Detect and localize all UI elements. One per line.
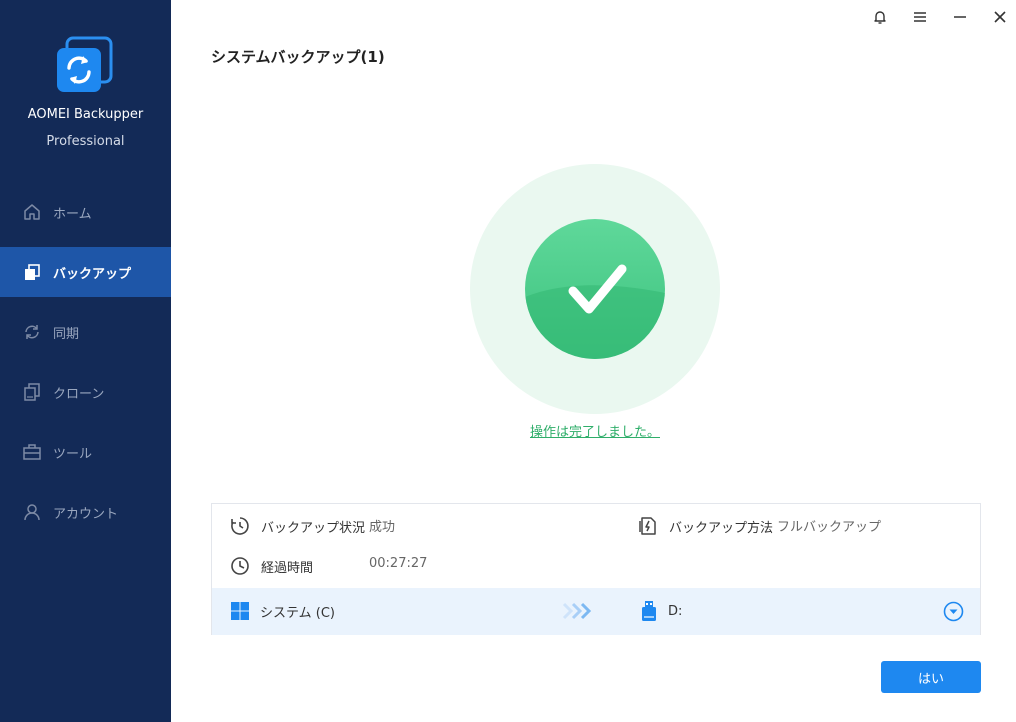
lightning-file-icon [638, 516, 658, 536]
sync-icon [22, 322, 42, 342]
route-destination: D: [639, 600, 682, 622]
chevron-down-circle-icon [943, 601, 964, 622]
sidebar-item-home[interactable]: ホーム [0, 187, 171, 237]
elapsed-time-value: 00:27:27 [369, 556, 428, 571]
sidebar-item-label: バックアップ [53, 266, 132, 282]
elapsed-time-row: 経過時間 [230, 556, 313, 576]
usb-drive-icon [639, 600, 659, 622]
close-icon[interactable] [989, 6, 1011, 28]
clock-status-icon [230, 516, 250, 536]
backup-status-value: 成功 [369, 520, 396, 535]
toolbox-icon [22, 442, 42, 462]
menu-icon[interactable] [909, 6, 931, 28]
sidebar-item-label: クローン [53, 386, 105, 402]
sidebar-item-backup[interactable]: バックアップ [0, 247, 171, 297]
user-icon [22, 502, 42, 522]
backup-method-row: バックアップ方法 [638, 516, 773, 536]
backup-method-value: フルバックアップ [777, 520, 882, 535]
operation-complete-link[interactable]: 操作は完了しました。 [0, 421, 1016, 440]
app-name: AOMEI Backupper [27, 107, 144, 122]
route-destination-label: D: [668, 603, 683, 619]
checkmark-icon [525, 219, 665, 359]
sidebar-item-sync[interactable]: 同期 [0, 307, 171, 357]
minimize-icon[interactable] [949, 6, 971, 28]
forward-arrows-icon [562, 601, 594, 621]
sidebar-item-label: 同期 [53, 326, 80, 342]
expand-details-button[interactable] [943, 601, 964, 622]
elapsed-time-label: 経過時間 [261, 560, 314, 576]
backup-method-label: バックアップ方法 [669, 520, 774, 536]
backup-method-value-wrap: フルバックアップ [777, 516, 881, 535]
yes-button[interactable]: はい [881, 661, 981, 693]
backup-status-value-wrap: 成功 [369, 516, 395, 535]
sidebar: AOMEI Backupper Professional ホーム バックアップ … [0, 0, 171, 722]
elapsed-time-value-wrap: 00:27:27 [369, 556, 427, 571]
app-edition: Professional [46, 134, 125, 149]
bell-icon[interactable] [869, 6, 891, 28]
sidebar-item-clone[interactable]: クローン [0, 367, 171, 417]
sidebar-nav: ホーム バックアップ 同期 クローン ツール アカウント [0, 187, 171, 547]
windows-icon [230, 601, 250, 621]
sidebar-item-label: アカウント [53, 506, 119, 522]
clone-icon [22, 382, 42, 402]
backup-icon [22, 262, 42, 282]
clock-icon [230, 556, 250, 576]
sidebar-item-label: ホーム [53, 206, 92, 222]
page-title: システムバックアップ(1) [211, 48, 385, 66]
sidebar-item-account[interactable]: アカウント [0, 487, 171, 537]
backup-details-panel: バックアップ状況 成功 バックアップ方法 フルバックアップ 経過時間 00:27… [211, 503, 981, 635]
aomei-logo-icon [55, 36, 113, 94]
route-source-label: システム (C) [260, 605, 335, 621]
backup-status-label: バックアップ状況 [261, 520, 366, 536]
backup-status-row: バックアップ状況 [230, 516, 365, 536]
home-icon [22, 202, 42, 222]
sidebar-item-label: ツール [53, 446, 93, 462]
backup-route-bar: システム (C) D: [212, 588, 980, 635]
route-source: システム (C) [230, 601, 335, 621]
